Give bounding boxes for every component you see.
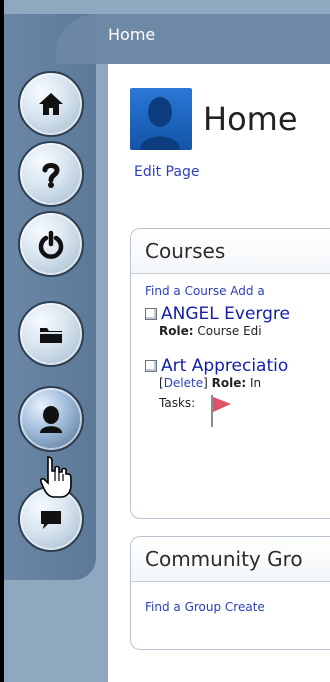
home-icon <box>39 93 63 115</box>
question-icon <box>42 163 60 188</box>
courses-title: Courses <box>145 239 226 263</box>
courses-card-header: Courses <box>131 229 330 274</box>
power-icon <box>38 230 64 259</box>
courses-card-body: Find a Course Add a ANGEL Evergre Role: … <box>131 274 330 427</box>
course-role-angel: Role: Course Edi <box>145 324 330 338</box>
courses-card: Courses Find a Course Add a ANGEL Evergr… <box>130 228 330 519</box>
edit-page-link[interactable]: Edit Page <box>134 164 199 180</box>
role-value: In <box>250 376 262 390</box>
user-silhouette-icon <box>140 97 180 150</box>
community-groups-card-body: Find a Group Create <box>131 582 330 614</box>
community-groups-card-header: Community Gro <box>131 537 330 582</box>
home-tab[interactable]: Home <box>108 25 155 44</box>
course-bullet-icon <box>145 308 157 320</box>
nav-help-button[interactable] <box>18 141 84 207</box>
nav-power-button[interactable] <box>18 211 84 277</box>
course-title-angel[interactable]: ANGEL Evergre <box>161 304 290 324</box>
community-groups-links[interactable]: Find a Group Create <box>145 600 330 614</box>
course-role-art: [Delete] Role: In <box>145 376 330 390</box>
nav-home-button[interactable] <box>18 71 84 137</box>
flag-icon[interactable] <box>209 394 233 428</box>
role-label: Role: <box>211 376 247 390</box>
page-header: Home Edit Page <box>130 88 330 188</box>
tasks-label: Tasks: <box>159 396 196 410</box>
course-actions-links[interactable]: Find a Course Add a <box>145 284 330 298</box>
delete-course-link[interactable]: Delete <box>164 376 203 390</box>
nav-profile-button[interactable] <box>18 386 84 452</box>
role-value: Course Edi <box>197 324 262 338</box>
delete-bracket-close: ] <box>203 376 208 390</box>
avatar <box>130 88 192 150</box>
community-groups-card: Community Gro Find a Group Create <box>130 536 330 650</box>
page-title: Home <box>203 100 298 138</box>
folder-icon <box>40 328 62 343</box>
hand-pointer-cursor-icon <box>40 456 72 498</box>
course-item-angel[interactable]: ANGEL Evergre <box>145 304 330 324</box>
nav-folder-button[interactable] <box>18 301 84 367</box>
course-title-art[interactable]: Art Appreciatio <box>161 356 288 376</box>
role-label: Role: <box>159 324 194 338</box>
user-icon <box>40 406 62 433</box>
course-bullet-icon <box>145 360 157 372</box>
tasks-line: Tasks: <box>145 395 330 427</box>
chat-icon <box>41 511 61 529</box>
course-item-art[interactable]: Art Appreciatio <box>145 356 330 376</box>
community-groups-title: Community Gro <box>145 547 303 571</box>
